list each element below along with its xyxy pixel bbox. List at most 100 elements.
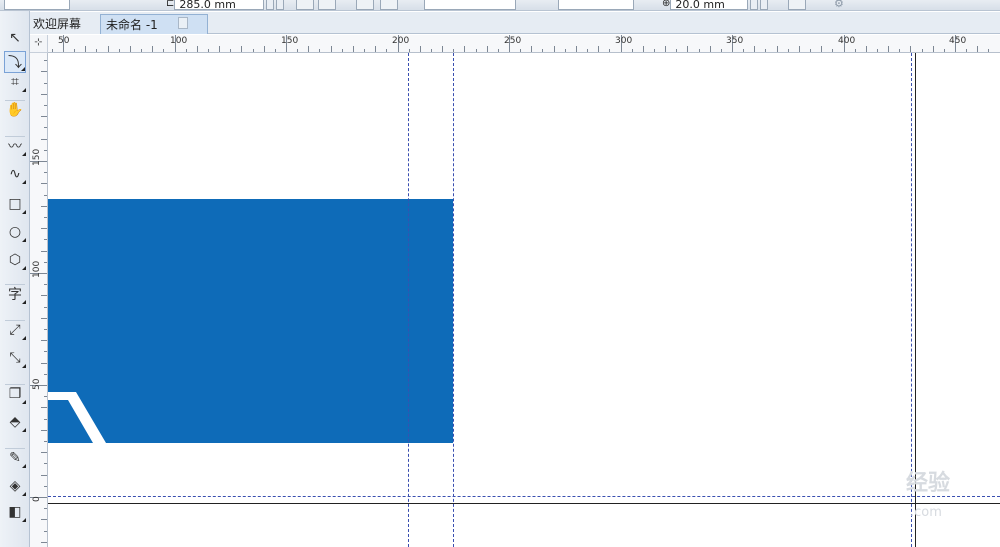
ruler-tick	[430, 49, 432, 52]
ruler-tick	[44, 441, 47, 442]
landscape-button[interactable]	[318, 0, 336, 10]
ruler-tick	[921, 49, 923, 52]
ruler-tick	[44, 373, 47, 375]
ruler-tick	[720, 49, 722, 52]
ruler-tick	[364, 49, 366, 52]
toolbox-separator	[5, 100, 25, 101]
ruler-tick	[196, 46, 198, 52]
ruler-tick	[330, 46, 332, 52]
ruler-tick	[44, 194, 47, 196]
drop-shadow-icon[interactable]: ❐	[4, 383, 26, 405]
width-spinner-2[interactable]	[276, 0, 285, 10]
toolbox-separator	[5, 448, 25, 449]
shape-tool-icon[interactable]: ⤵	[4, 51, 26, 73]
ruler-tick	[44, 508, 47, 510]
crop-tool-icon[interactable]: ⌗	[4, 71, 26, 93]
smart-fill-icon[interactable]: ◧	[4, 501, 26, 523]
ruler-tick	[709, 46, 711, 52]
ruler-tick	[308, 46, 310, 52]
duplicate-distance-icon: ⊕	[662, 0, 671, 9]
width-field[interactable]: ⊏ 285.0 mm	[166, 0, 285, 10]
flyout-arrow-icon	[22, 518, 26, 522]
artistic-media-icon[interactable]: ∿	[4, 163, 26, 185]
fill-tool-icon[interactable]: ◈	[4, 475, 26, 497]
nudge-field[interactable]	[558, 0, 634, 10]
horizontal-ruler[interactable]: 50 100 150 200 250 300 350 400 450	[48, 35, 1000, 53]
options-button[interactable]	[788, 0, 806, 10]
ruler-tick	[408, 49, 410, 52]
ellipse-tool-icon[interactable]: ○	[4, 221, 26, 243]
white-stripe-shape[interactable]	[48, 387, 118, 447]
ellipse-tool-glyph: ○	[8, 224, 22, 240]
dimension-tool-glyph: ⤢	[9, 322, 21, 338]
duplicate-distance-field[interactable]: ⊕ 20.0 mm	[662, 0, 769, 10]
connector-tool-icon[interactable]: ⤡	[4, 347, 26, 369]
ruler-tick	[85, 46, 87, 52]
guide-line-horizontal[interactable]	[48, 496, 1000, 497]
ruler-tick	[107, 46, 109, 52]
ruler-label: 50	[32, 378, 42, 390]
ruler-tick	[810, 49, 812, 52]
ruler-tick	[609, 49, 611, 52]
ruler-tick	[41, 116, 47, 118]
pan-tool-icon[interactable]: ✋	[4, 99, 26, 121]
eyedropper-icon[interactable]: ✎	[4, 447, 26, 469]
freehand-tool-glyph: 〰	[8, 139, 22, 155]
preset-dropdown[interactable]	[4, 0, 70, 10]
ruler-label: 0	[32, 496, 42, 502]
ruler-tick	[932, 46, 934, 52]
ruler-tick	[74, 49, 76, 52]
ruler-tick	[865, 46, 867, 52]
current-page-button[interactable]	[380, 0, 398, 10]
tab-welcome-screen[interactable]: 欢迎屏幕	[28, 14, 100, 34]
guide-line-vertical[interactable]	[453, 53, 454, 547]
polygon-tool-glyph: ⬡	[8, 252, 22, 268]
portrait-button[interactable]	[296, 0, 314, 10]
text-tool-icon[interactable]: 字	[4, 283, 26, 305]
flyout-arrow-icon	[22, 266, 26, 270]
ruler-tick	[899, 49, 901, 52]
ruler-tick	[44, 396, 47, 398]
width-icon: ⊏	[166, 0, 175, 9]
fill-tool-glyph: ◈	[9, 478, 21, 494]
offset-spinner-2[interactable]	[760, 0, 769, 10]
ruler-tick	[44, 418, 47, 420]
property-bar: ⊏ 285.0 mm ⊕ 20.0 mm ⚙	[0, 0, 1000, 11]
ruler-tick	[44, 217, 47, 218]
ruler-tick	[252, 49, 254, 52]
text-tool-glyph: 字	[8, 287, 22, 303]
all-pages-button[interactable]	[356, 0, 374, 10]
ruler-tick	[41, 295, 47, 297]
units-dropdown[interactable]	[424, 0, 516, 10]
dimension-tool-icon[interactable]: ⤢	[4, 319, 26, 341]
ruler-tick	[41, 317, 47, 319]
tab-close-icon[interactable]	[178, 17, 188, 29]
ruler-tick	[44, 172, 47, 174]
polygon-tool-icon[interactable]: ⬡	[4, 249, 26, 271]
flyout-arrow-icon	[22, 492, 26, 496]
ruler-origin-corner[interactable]: ⊹	[30, 35, 48, 53]
ruler-tick	[41, 519, 47, 521]
width-spinner[interactable]	[266, 0, 275, 10]
guide-line-vertical[interactable]	[408, 53, 409, 547]
rectangle-tool-icon[interactable]: □	[4, 193, 26, 215]
ruler-tick	[486, 46, 488, 52]
ruler-tick	[44, 329, 47, 330]
pick-tool-icon[interactable]: ↖	[4, 27, 26, 49]
tab-untitled-document[interactable]: 未命名 -1	[100, 14, 208, 34]
freehand-tool-icon[interactable]: 〰	[4, 135, 26, 157]
ruler-tick	[41, 541, 47, 543]
vertical-ruler[interactable]: 150 100 50 0	[30, 53, 48, 547]
ruler-tick	[821, 46, 823, 52]
drawing-canvas[interactable]: 经验 .com	[48, 53, 1000, 547]
ruler-label: 300	[615, 36, 633, 46]
ruler-tick	[910, 46, 912, 52]
flyout-arrow-icon	[22, 336, 26, 340]
ruler-label: 100	[32, 260, 42, 278]
transparency-icon[interactable]: ⬘	[4, 411, 26, 433]
settings-icon[interactable]: ⚙	[834, 0, 844, 10]
flyout-arrow-icon	[22, 88, 26, 92]
offset-spinner[interactable]	[750, 0, 759, 10]
ruler-tick	[564, 49, 566, 52]
ruler-tick	[386, 49, 388, 52]
